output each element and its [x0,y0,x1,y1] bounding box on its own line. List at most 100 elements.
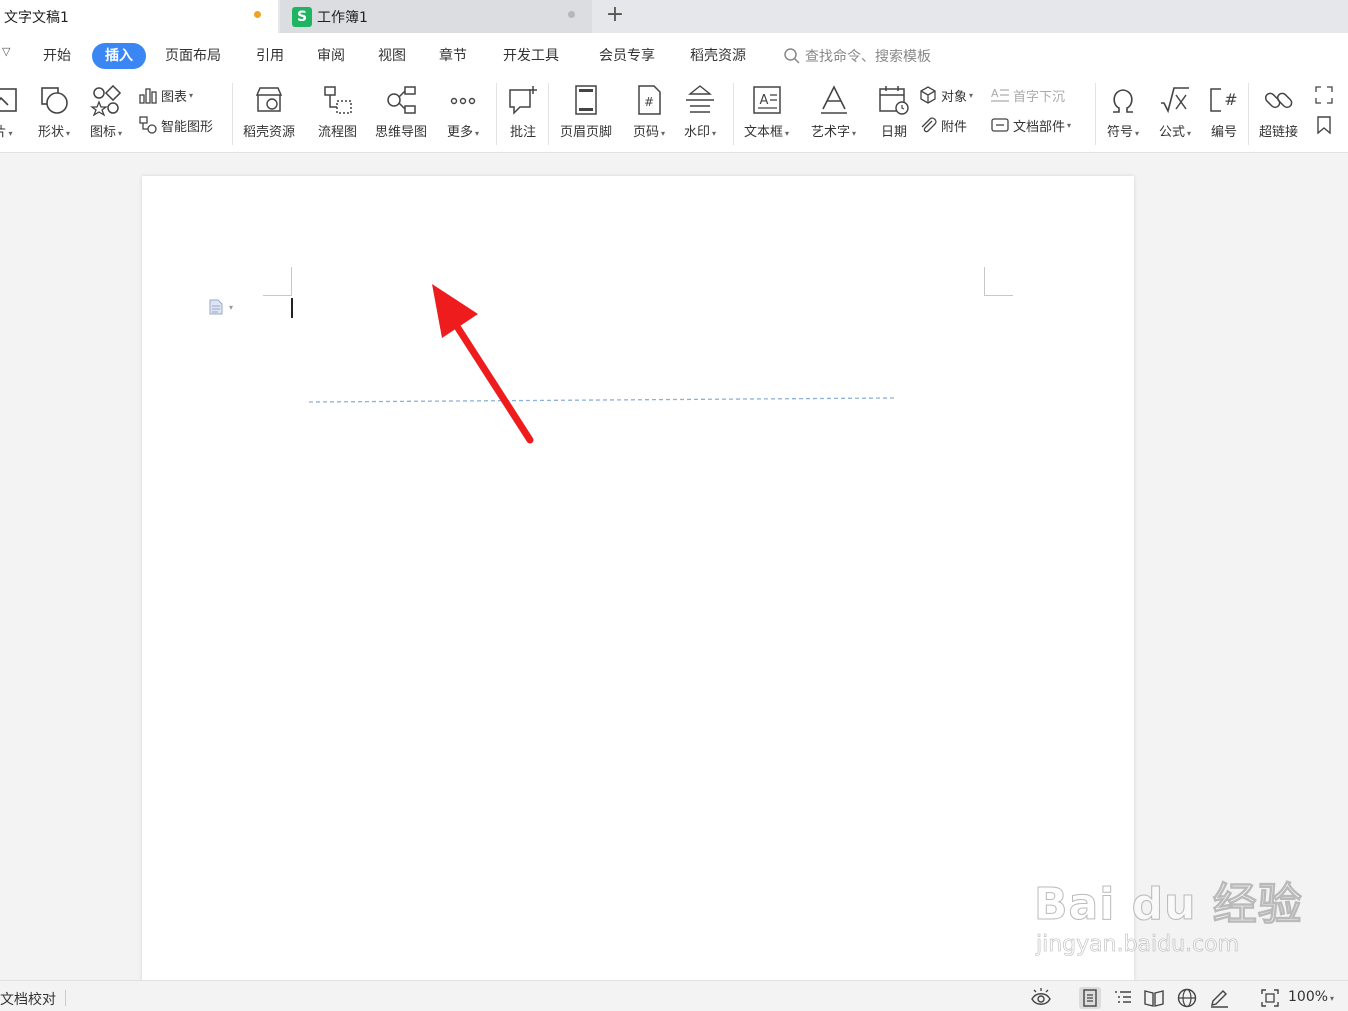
tab-bar: 文字文稿1 S 工作簿1 + [0,0,1348,33]
watermark-url-text: jingyan.baidu.com [1036,932,1240,958]
header-footer-label: 页眉页脚 [560,125,613,140]
red-arrow-annotation [432,284,534,444]
more-button[interactable]: 更多 ▾ [446,83,480,140]
new-tab-plus-icon[interactable]: + [603,2,627,30]
calendar-icon [879,86,909,115]
symbol-label: 符号 [1106,125,1133,140]
watermark-icon [686,85,714,113]
search-icon [784,48,800,64]
header-footer-icon [575,85,597,115]
icons-library-icon [90,84,122,117]
textbox-label: 文本框 [744,125,784,140]
paperclip-icon [921,117,937,133]
more-label: 更多 [446,125,473,140]
bookmark-icon [1317,116,1331,135]
proofread-button[interactable]: 文档校对 [0,989,56,1009]
date-button[interactable]: 日期 [877,83,911,140]
numbering-label: 编号 [1210,125,1237,140]
textbox-icon: A [752,86,781,114]
smart-art-label: 智能图形 [161,119,214,135]
docer-store-icon [255,87,283,112]
menu-references[interactable]: 引用 [256,43,284,69]
page-view-icon[interactable] [1079,987,1101,1009]
hyperlink-button[interactable]: 超链接 [1259,83,1298,140]
document-parts-label: 文档部件 [1013,119,1066,135]
cross-reference-button[interactable] [1314,85,1337,105]
document-parts-button[interactable]: 文档部件 ▾ [990,115,1071,135]
chart-icon [139,88,157,104]
icon-button[interactable]: 图标 ▾ [89,83,123,140]
page-number-button[interactable]: # 页码 ▾ [632,83,666,140]
bookmark-button[interactable] [1314,115,1337,135]
document-parts-icon [991,118,1009,132]
mindmap-icon [387,86,416,114]
object-button[interactable]: 对象 ▾ [918,85,973,105]
menu-home[interactable]: 开始 [43,43,71,69]
eye-protection-icon[interactable] [1030,987,1052,1009]
link-icon [1264,92,1292,109]
reading-view-icon[interactable] [1143,987,1165,1009]
omega-symbol-icon [1113,89,1133,113]
menu-developer[interactable]: 开发工具 [503,43,559,69]
svg-text:A: A [759,93,768,108]
shape-label: 形状 [37,125,64,140]
formula-button[interactable]: 公式 ▾ [1158,83,1192,140]
attachment-button[interactable]: 附件 [918,115,967,135]
wordart-button[interactable]: 艺术字 ▾ [811,83,856,140]
zoom-value: 100% [1288,989,1329,1005]
svg-text:#: # [644,95,654,109]
tab-workbook[interactable]: S 工作簿1 [280,0,592,33]
baidu-jingyan-watermark: Bai du 经验 jingyan.baidu.com [1034,868,1303,958]
comment-icon [509,86,537,115]
drop-cap-label: 首字下沉 [1013,89,1066,105]
menu-review[interactable]: 审阅 [317,43,345,69]
page-number-icon: # [638,85,661,115]
textbox-button[interactable]: A 文本框 ▾ [744,83,789,140]
insert-ribbon: 片▾ 形状▾ 图标▾ 图表▾ 智能图形 稻壳资源 流程图 思维导图 更多▾ 批注 [0,77,1348,153]
wordart-icon [820,85,847,114]
document-page[interactable]: ▾ [142,176,1134,1006]
document-canvas[interactable]: ▾ [0,154,1348,1006]
tab-workbook-label: 工作簿1 [317,9,368,26]
docer-label: 稻壳资源 [243,125,296,140]
symbol-button[interactable]: 符号 ▾ [1106,83,1140,140]
picture-button[interactable]: 片▾ [0,83,20,140]
chart-button[interactable]: 图表 ▾ [138,85,193,105]
command-search[interactable]: 查找命令、搜索模板 [783,43,931,69]
menu-docer[interactable]: 稻壳资源 [690,43,746,69]
spreadsheet-logo-icon: S [292,6,312,27]
shape-button[interactable]: 形状 ▾ [37,83,71,140]
smart-art-button[interactable]: 智能图形 [138,115,213,135]
wordart-label: 艺术字 [811,125,851,140]
outline-view-icon[interactable] [1112,987,1134,1009]
object-icon [920,86,936,104]
tab-document-label: 文字文稿1 [4,9,69,26]
web-view-globe-icon[interactable] [1176,987,1198,1009]
hyperlink-label: 超链接 [1259,125,1299,140]
close-dot-icon[interactable] [568,11,575,18]
zoom-level[interactable]: 100% ▾ [1288,989,1334,1005]
header-footer-button[interactable]: 页眉页脚 [560,83,612,140]
fit-page-icon[interactable] [1259,987,1281,1009]
docer-resources-button[interactable]: 稻壳资源 [243,83,295,140]
writing-mode-pen-icon[interactable] [1208,987,1230,1009]
watermark-button[interactable]: 水印 ▾ [683,83,717,140]
tab-document[interactable]: 文字文稿1 [0,0,278,33]
status-bar: 文档校对 100% ▾ [0,980,1348,1011]
formula-icon [1161,87,1189,114]
menu-member[interactable]: 会员专享 [599,43,655,69]
menu-page-layout[interactable]: 页面布局 [165,43,221,69]
menu-view[interactable]: 视图 [378,43,406,69]
mindmap-button[interactable]: 思维导图 [375,83,427,140]
menu-insert[interactable]: 插入 [92,43,146,69]
flowchart-button[interactable]: 流程图 [318,83,357,140]
object-label: 对象 [941,89,968,105]
menu-collapse-chevron-icon[interactable]: ▽ [2,45,10,58]
watermark-main-text: Bai du 经验 [1034,879,1303,931]
menu-section[interactable]: 章节 [439,43,467,69]
comment-button[interactable]: 批注 [506,83,540,140]
numbering-button[interactable]: # 编号 [1207,83,1241,140]
picture-icon [0,88,17,112]
drop-cap-button[interactable]: A 首字下沉 [990,85,1065,105]
flowchart-label: 流程图 [318,125,358,140]
